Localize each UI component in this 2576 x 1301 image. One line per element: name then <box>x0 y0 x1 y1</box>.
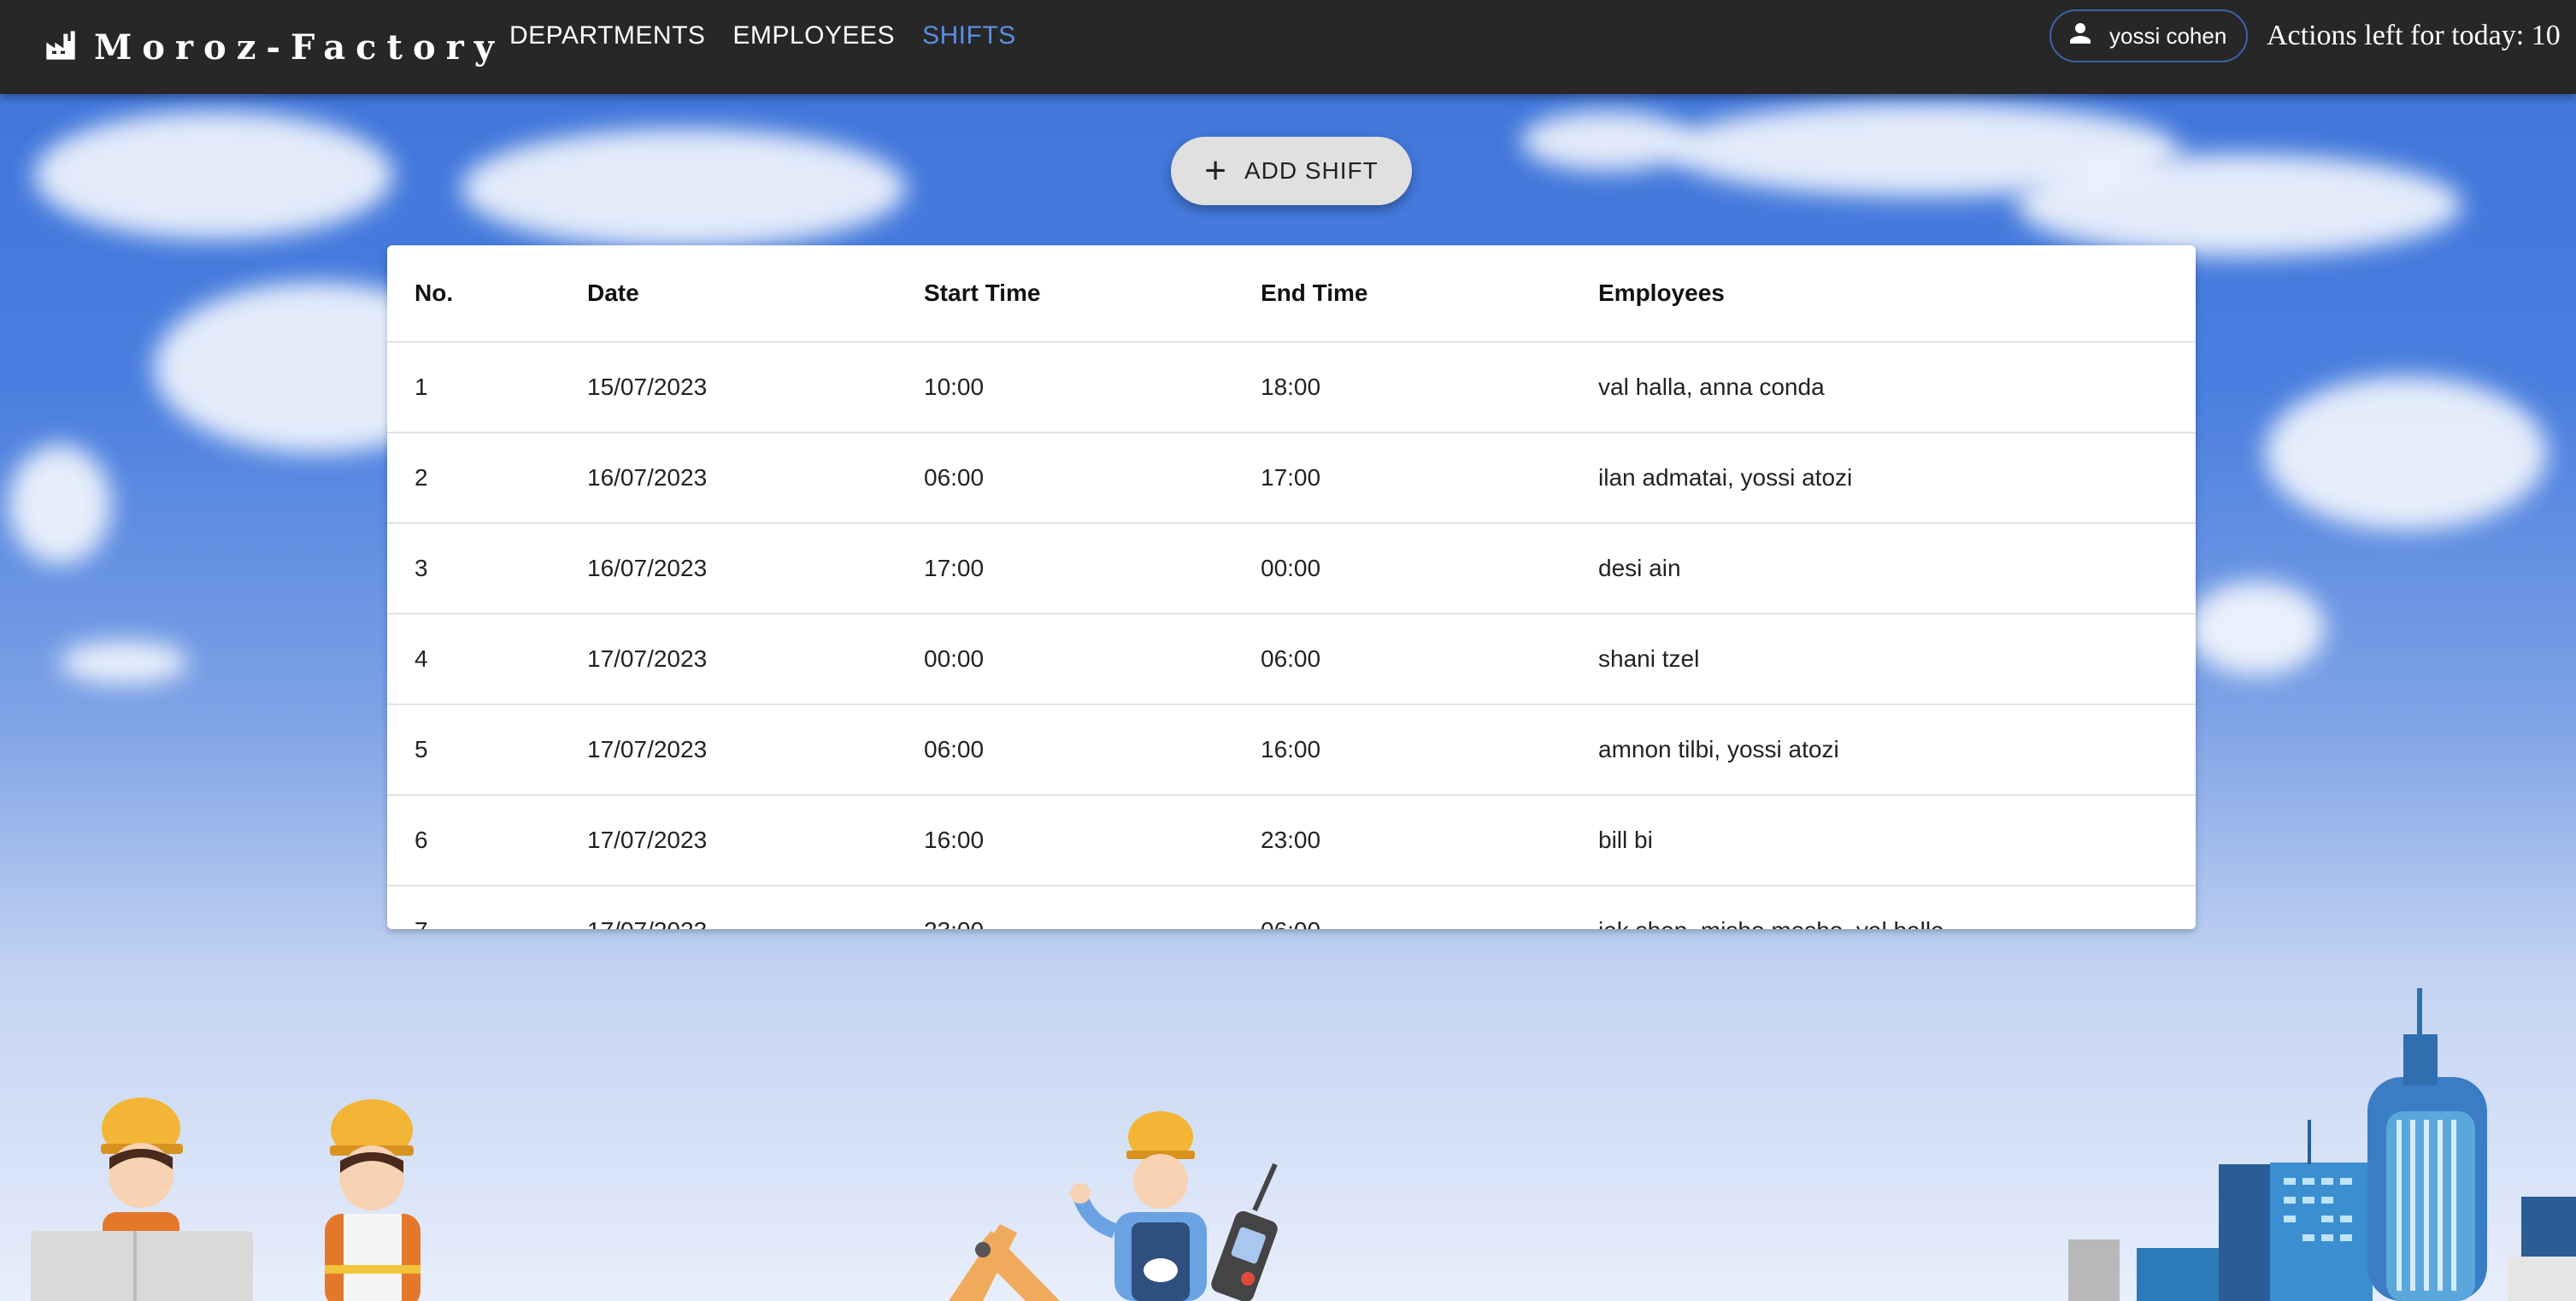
cell-end-time: 00:00 <box>1261 555 1321 581</box>
cell-no: 7 <box>415 917 428 929</box>
add-shift-label: ADD SHIFT <box>1244 157 1379 184</box>
cell-end-time: 06:00 <box>1261 645 1321 672</box>
city-buildings-illustration <box>2068 988 2576 1301</box>
user-name: yossi cohen <box>2109 22 2227 49</box>
top-app-bar: Moroz-Factory DEPARTMENTS EMPLOYEES SHIF… <box>0 0 2576 94</box>
nav-employees[interactable]: EMPLOYEES <box>732 21 895 50</box>
cell-start-time: 10:00 <box>924 374 985 400</box>
cell-no: 5 <box>415 736 428 762</box>
cell-no: 6 <box>415 827 428 853</box>
cell-end-time: 23:00 <box>1261 827 1321 853</box>
cell-date: 17/07/2023 <box>587 645 708 672</box>
table-header-row: No. Date Start Time End Time Employees <box>387 245 2196 343</box>
cell-employees: shani tzel <box>1598 645 1700 672</box>
cell-end-time: 17:00 <box>1261 464 1321 491</box>
cell-employees: val halla, anna conda <box>1598 374 1825 400</box>
plus-icon: + <box>1204 150 1227 191</box>
header-end-time[interactable]: End Time <box>1261 280 1368 307</box>
cell-employees: jak shop, misho mosho, val halla <box>1598 917 1944 929</box>
factory-icon <box>43 28 79 67</box>
cell-date: 15/07/2023 <box>587 374 708 400</box>
cell-employees: desi ain <box>1598 555 1681 581</box>
header-start-time[interactable]: Start Time <box>924 280 1040 307</box>
header-employees[interactable]: Employees <box>1598 280 1725 307</box>
table-row[interactable]: 2 16/07/2023 06:00 17:00 ilan admatai, yossi… <box>387 433 2196 524</box>
cell-no: 4 <box>415 645 428 672</box>
table-row[interactable]: 4 17/07/2023 00:00 06:00 shani tzel <box>387 615 2196 705</box>
header-date[interactable]: Date <box>587 280 639 307</box>
cell-end-time: 16:00 <box>1261 736 1321 762</box>
cell-start-time: 17:00 <box>924 555 985 581</box>
cell-date: 17/07/2023 <box>587 917 707 929</box>
table-row[interactable]: 1 15/07/2023 10:00 18:00 val halla, anna con… <box>387 343 2196 433</box>
cell-date: 17/07/2023 <box>587 736 708 762</box>
cell-start-time: 06:00 <box>924 736 985 762</box>
cell-employees: ilan admatai, yossi atozi <box>1598 464 1853 491</box>
table-row[interactable]: 3 16/07/2023 17:00 00:00 desi ain <box>387 524 2196 615</box>
nav-shifts[interactable]: SHIFTS <box>922 21 1016 50</box>
table-row[interactable]: 5 17/07/2023 06:00 16:00 amnon tilbi, yossi … <box>387 705 2196 796</box>
cell-date: 16/07/2023 <box>587 555 708 581</box>
person-icon <box>2065 18 2109 55</box>
user-chip[interactable]: yossi cohen <box>2050 9 2248 62</box>
cell-date: 17/07/2023 <box>587 827 708 853</box>
cell-no: 3 <box>415 555 428 581</box>
table-row[interactable]: 7 17/07/2023 23:00 06:00 jak shop, misho mos… <box>387 886 2196 929</box>
nav-departments[interactable]: DEPARTMENTS <box>509 21 705 50</box>
table-body: 1 15/07/2023 10:00 18:00 val halla, anna con… <box>387 343 2196 929</box>
actions-left-counter: Actions left for today: 10 <box>2267 20 2561 51</box>
add-shift-button[interactable]: + ADD SHIFT <box>1171 137 1412 205</box>
cell-employees: amnon tilbi, yossi atozi <box>1598 736 1839 762</box>
app-logo[interactable]: Moroz-Factory <box>43 17 504 77</box>
table-row[interactable]: 6 17/07/2023 16:00 23:00 bill bi <box>387 796 2196 886</box>
workers-illustration-left <box>31 1098 421 1301</box>
shifts-table: No. Date Start Time End Time Employees 1… <box>387 245 2196 929</box>
cell-date: 16/07/2023 <box>587 464 708 491</box>
cell-employees: bill bi <box>1598 827 1653 853</box>
cell-start-time: 23:00 <box>924 917 984 929</box>
cell-start-time: 06:00 <box>924 464 985 491</box>
cell-no: 1 <box>415 374 428 400</box>
main-nav: DEPARTMENTS EMPLOYEES SHIFTS <box>509 0 1044 72</box>
cell-end-time: 18:00 <box>1261 374 1321 400</box>
worker-radio-illustration <box>949 1111 1278 1301</box>
cell-start-time: 16:00 <box>924 827 985 853</box>
cell-end-time: 06:00 <box>1261 917 1320 929</box>
app-title: Moroz-Factory <box>94 26 504 68</box>
cell-start-time: 00:00 <box>924 645 985 672</box>
cell-no: 2 <box>415 464 428 491</box>
header-no[interactable]: No. <box>415 280 453 307</box>
